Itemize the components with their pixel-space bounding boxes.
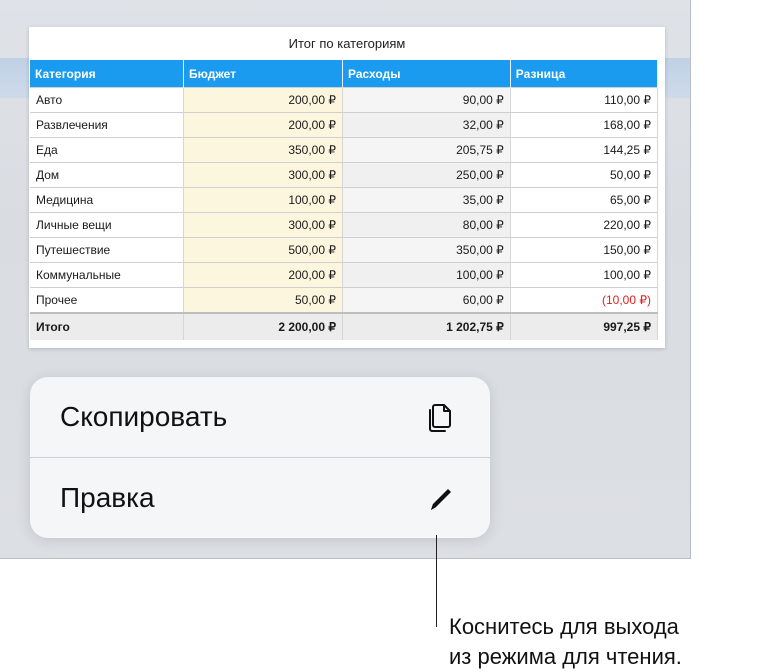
cell-budget: 200,00 ₽ bbox=[183, 87, 343, 113]
cell-difference: 50,00 ₽ bbox=[510, 162, 659, 188]
table-preview: Итог по категориям Категория Бюджет Расх… bbox=[29, 27, 665, 348]
cell-category: Авто bbox=[30, 87, 184, 113]
table-row: Прочее 50,00 ₽ 60,00 ₽ (10,00 ₽) bbox=[30, 287, 659, 313]
edit-label: Правка bbox=[60, 482, 155, 513]
cell-budget: 50,00 ₽ bbox=[183, 287, 343, 313]
callout-text: Коснитесь для выхода из режима для чтени… bbox=[449, 612, 682, 672]
copy-label: Скопировать bbox=[60, 401, 228, 432]
cell-difference: 220,00 ₽ bbox=[510, 212, 659, 238]
cell-budget: 100,00 ₽ bbox=[183, 187, 343, 213]
cell-difference: 150,00 ₽ bbox=[510, 237, 659, 263]
cell-expenses: 205,75 ₽ bbox=[342, 137, 511, 163]
budget-table: Категория Бюджет Расходы Разница Авто 20… bbox=[30, 60, 659, 340]
callout-line-2: из режима для чтения. bbox=[449, 644, 682, 669]
cell-budget: 200,00 ₽ bbox=[183, 112, 343, 138]
table-row: Еда 350,00 ₽ 205,75 ₽ 144,25 ₽ bbox=[30, 137, 659, 163]
copy-icon bbox=[422, 399, 458, 435]
cell-difference: 100,00 ₽ bbox=[510, 262, 659, 288]
cell-category: Прочее bbox=[30, 287, 184, 313]
cell-budget: 500,00 ₽ bbox=[183, 237, 343, 263]
column-header-expenses: Расходы bbox=[342, 60, 511, 88]
callout-line-1: Коснитесь для выхода bbox=[449, 614, 679, 639]
cell-expenses: 250,00 ₽ bbox=[342, 162, 511, 188]
column-header-category: Категория bbox=[30, 60, 184, 88]
total-expenses: 1 202,75 ₽ bbox=[342, 312, 511, 340]
cell-budget: 200,00 ₽ bbox=[183, 262, 343, 288]
table-row: Путешествие 500,00 ₽ 350,00 ₽ 150,00 ₽ bbox=[30, 237, 659, 263]
cell-expenses: 90,00 ₽ bbox=[342, 87, 511, 113]
cell-difference: 144,25 ₽ bbox=[510, 137, 659, 163]
cell-category: Дом bbox=[30, 162, 184, 188]
cell-budget: 300,00 ₽ bbox=[183, 162, 343, 188]
cell-difference: 65,00 ₽ bbox=[510, 187, 659, 213]
table-row: Дом 300,00 ₽ 250,00 ₽ 50,00 ₽ bbox=[30, 162, 659, 188]
table-title: Итог по категориям bbox=[288, 36, 406, 51]
context-menu: Скопировать Правка bbox=[30, 377, 490, 538]
cell-category: Путешествие bbox=[30, 237, 184, 263]
total-label: Итого bbox=[30, 312, 184, 340]
column-header-difference: Разница bbox=[510, 60, 659, 88]
table-header-row: Категория Бюджет Расходы Разница bbox=[30, 60, 659, 88]
cell-expenses: 32,00 ₽ bbox=[342, 112, 511, 138]
cell-expenses: 350,00 ₽ bbox=[342, 237, 511, 263]
table-row: Коммунальные 200,00 ₽ 100,00 ₽ 100,00 ₽ bbox=[30, 262, 659, 288]
cell-expenses: 35,00 ₽ bbox=[342, 187, 511, 213]
ipad-screen: Итог по категориям Категория Бюджет Расх… bbox=[0, 0, 691, 559]
pencil-icon bbox=[422, 480, 458, 516]
table-total-row: Итого 2 200,00 ₽ 1 202,75 ₽ 997,25 ₽ bbox=[30, 312, 659, 340]
table-row: Авто 200,00 ₽ 90,00 ₽ 110,00 ₽ bbox=[30, 87, 659, 113]
cell-budget: 350,00 ₽ bbox=[183, 137, 343, 163]
cell-budget: 300,00 ₽ bbox=[183, 212, 343, 238]
cell-expenses: 100,00 ₽ bbox=[342, 262, 511, 288]
column-header-budget: Бюджет bbox=[183, 60, 343, 88]
callout-line bbox=[436, 535, 437, 627]
total-budget: 2 200,00 ₽ bbox=[183, 312, 343, 340]
cell-difference: 110,00 ₽ bbox=[510, 87, 659, 113]
cell-category: Личные вещи bbox=[30, 212, 184, 238]
cell-category: Коммунальные bbox=[30, 262, 184, 288]
cell-category: Развлечения bbox=[30, 112, 184, 138]
total-difference: 997,25 ₽ bbox=[510, 312, 659, 340]
edit-menu-item[interactable]: Правка bbox=[30, 458, 490, 538]
cell-expenses: 80,00 ₽ bbox=[342, 212, 511, 238]
table-row: Личные вещи 300,00 ₽ 80,00 ₽ 220,00 ₽ bbox=[30, 212, 659, 238]
cell-expenses: 60,00 ₽ bbox=[342, 287, 511, 313]
cell-difference: 168,00 ₽ bbox=[510, 112, 659, 138]
cell-category: Медицина bbox=[30, 187, 184, 213]
table-row: Развлечения 200,00 ₽ 32,00 ₽ 168,00 ₽ bbox=[30, 112, 659, 138]
cell-difference-negative: (10,00 ₽) bbox=[510, 287, 659, 313]
copy-menu-item[interactable]: Скопировать bbox=[30, 377, 490, 457]
cell-category: Еда bbox=[30, 137, 184, 163]
table-row: Медицина 100,00 ₽ 35,00 ₽ 65,00 ₽ bbox=[30, 187, 659, 213]
